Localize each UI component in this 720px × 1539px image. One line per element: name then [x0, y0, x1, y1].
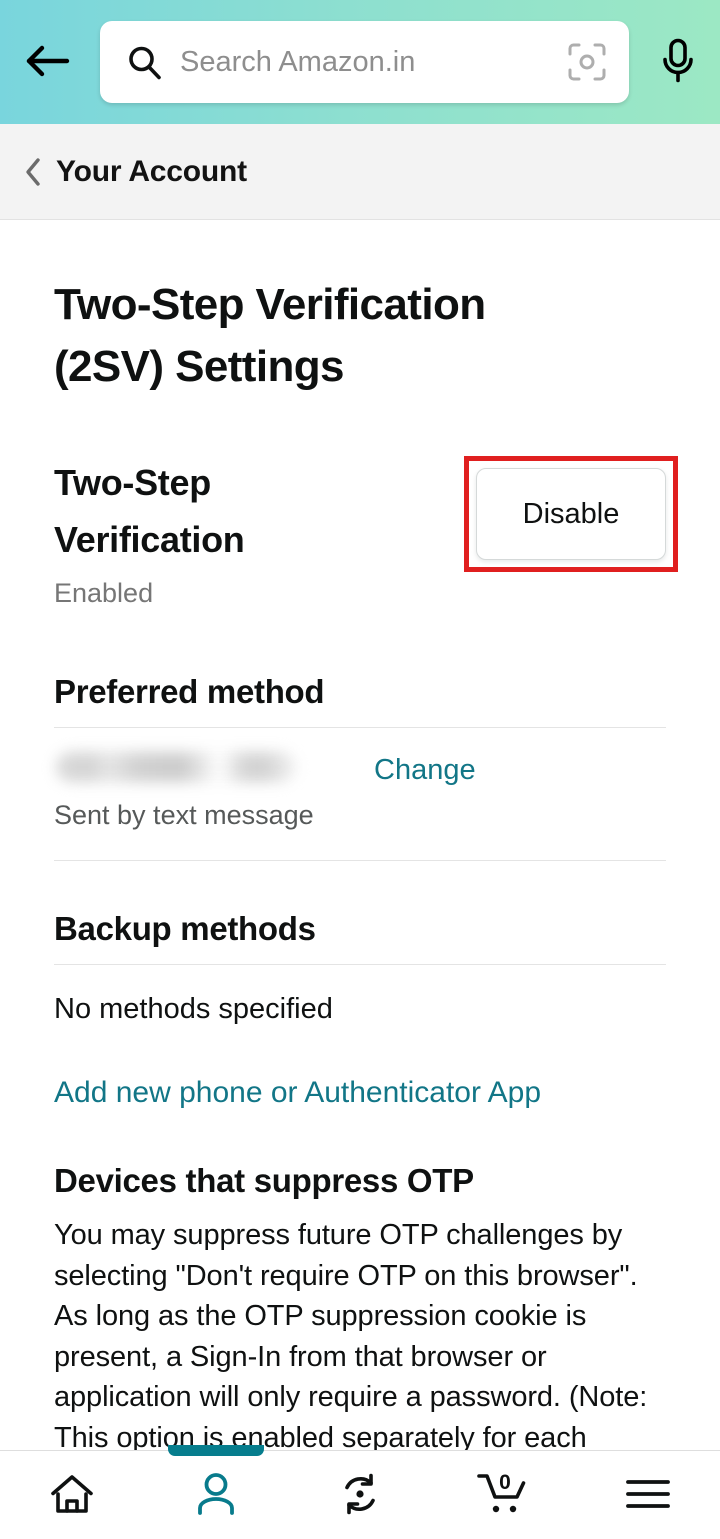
breadcrumb-label: Your Account [56, 154, 247, 188]
bottom-navigation-bar: 0 [0, 1444, 720, 1539]
cart-count-badge: 0 [499, 1471, 511, 1494]
breadcrumb[interactable]: Your Account [0, 124, 720, 220]
backup-methods-status: No methods specified [54, 993, 333, 1025]
preferred-method-row: Sent by text message Change [54, 746, 666, 834]
preferred-method-info: Sent by text message [54, 746, 354, 834]
nav-item-home[interactable] [0, 1451, 144, 1539]
home-icon [49, 1473, 95, 1518]
suppress-otp-heading: Devices that suppress OTP [54, 1162, 474, 1199]
divider [54, 860, 666, 861]
search-icon [126, 44, 162, 80]
amazon-2sv-settings-screen: Your Account Two-Step Verification (2SV)… [0, 0, 720, 1539]
add-new-phone-or-authenticator-link[interactable]: Add new phone or Authenticator App [54, 1073, 541, 1113]
nav-item-menu[interactable] [576, 1451, 720, 1539]
nav-item-cart[interactable]: 0 [432, 1451, 576, 1539]
shopping-cart-icon: 0 [477, 1471, 531, 1520]
microphone-icon [661, 38, 695, 87]
status-value: Enabled [54, 578, 154, 608]
redacted-phone-number [56, 752, 296, 782]
hamburger-menu-icon [625, 1477, 671, 1514]
arrow-left-icon [26, 44, 70, 81]
suppress-otp-paragraph: You may suppress future OTP challenges b… [54, 1219, 648, 1450]
main-content: Two-Step Verification (2SV) Settings Two… [0, 220, 720, 1450]
search-input[interactable] [180, 45, 557, 79]
disable-button[interactable]: Disable [476, 468, 666, 560]
preferred-method-heading: Preferred method [54, 673, 325, 710]
nav-item-account[interactable] [144, 1444, 288, 1539]
page-title: Two-Step Verification (2SV) Settings [54, 280, 486, 391]
back-button[interactable] [20, 34, 76, 90]
status-text-group: Two-Step Verification Enabled [54, 454, 384, 610]
search-box[interactable] [100, 21, 629, 103]
divider [54, 727, 666, 728]
camera-lens-scan-icon[interactable] [567, 42, 607, 82]
disable-button-highlight: Disable [464, 456, 678, 572]
backup-methods-section: Backup methods No methods specified Add … [54, 909, 666, 1113]
voice-search-button[interactable] [651, 32, 705, 92]
refresh-circular-icon [337, 1472, 383, 1519]
preferred-method-sub-label: Sent by text message [54, 800, 314, 830]
divider [54, 964, 666, 965]
change-preferred-method-link[interactable]: Change [374, 754, 476, 787]
person-icon [195, 1472, 237, 1519]
active-tab-indicator [168, 1444, 264, 1456]
two-step-verification-status-row: Two-Step Verification Enabled Disable [54, 454, 678, 614]
chevron-left-icon [24, 157, 42, 187]
backup-methods-heading: Backup methods [54, 910, 316, 947]
status-heading: Two-Step Verification [54, 462, 245, 560]
preferred-method-section: Preferred method Sent by text message Ch… [54, 672, 666, 861]
search-header [0, 0, 720, 124]
devices-suppress-otp-section: Devices that suppress OTP You may suppre… [54, 1161, 666, 1450]
nav-item-buy-again[interactable] [288, 1451, 432, 1539]
